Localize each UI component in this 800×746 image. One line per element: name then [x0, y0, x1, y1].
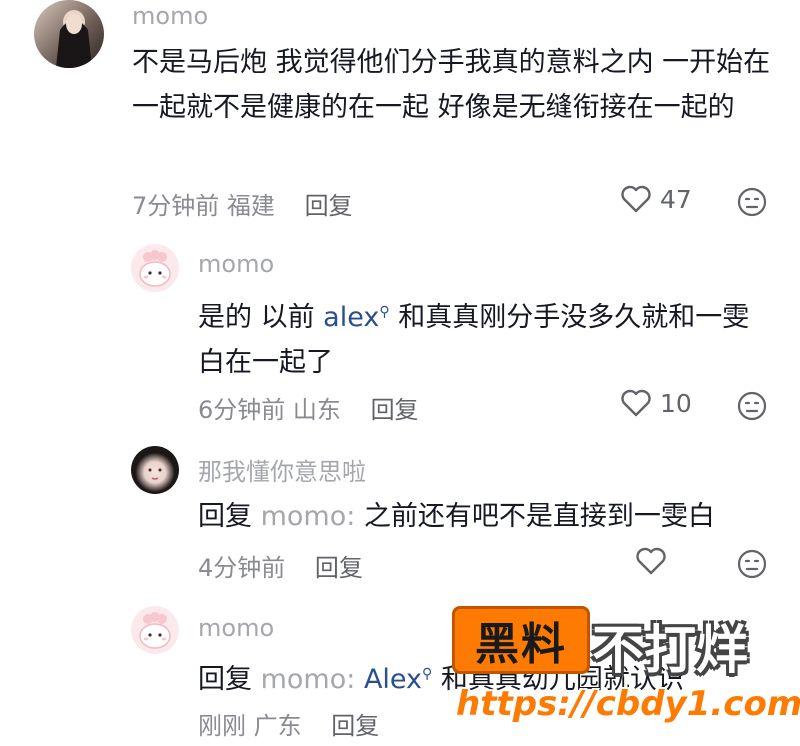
dislike-face-icon[interactable]: [736, 390, 768, 422]
reply-to-user[interactable]: momo:: [261, 501, 356, 532]
comment-text: 回复 momo: 之前还有吧不是直接到一雯白: [198, 494, 773, 539]
comment-meta: 4分钟前 回复: [198, 548, 363, 583]
avatar[interactable]: [34, 0, 104, 68]
like-count: 47: [660, 184, 692, 214]
avatar-photo-icon: [148, 468, 162, 480]
heart-icon: [636, 547, 666, 575]
comment-text: 是的 以前 alex⚲ 和真真刚分手没多久就和一雯白在一起了: [198, 290, 773, 385]
like-button[interactable]: 47: [620, 184, 692, 214]
like-count: 10: [660, 388, 692, 418]
comment-meta: 7分钟前 福建 回复: [132, 186, 353, 221]
mention-text: Alex: [363, 664, 423, 695]
search-icon: ⚲: [379, 304, 390, 320]
reply-button[interactable]: 回复: [371, 396, 419, 424]
comment-1: momo 不是马后炮 我觉得他们分手我真的意料之内 一开始在一起就不是健康的在一…: [0, 0, 800, 230]
watermark-slogan: 不打烊: [592, 621, 749, 681]
like-button[interactable]: 10: [620, 388, 692, 418]
watermark-url: https://cbdy1.com: [456, 684, 800, 724]
cartoon-avatar-icon: [139, 250, 171, 287]
username[interactable]: momo: [198, 250, 274, 278]
comment-2: momo 是的 以前 alex⚲ 和真真刚分手没多久就和一雯白在一起了 6分钟前…: [0, 240, 800, 430]
heart-icon: [621, 185, 651, 213]
heart-icon: [621, 389, 651, 417]
timestamp: 刚刚: [198, 712, 246, 740]
comment-meta: 6分钟前 山东 回复: [198, 390, 419, 425]
watermark: 黑料 不打烊 https://cbdy1.com: [452, 606, 800, 732]
dislike-face-icon[interactable]: [736, 548, 768, 580]
cartoon-avatar-icon: [139, 612, 171, 649]
username[interactable]: 那我懂你意思啦: [198, 452, 366, 487]
text-before: 是的 以前: [198, 302, 324, 333]
mention-link[interactable]: alex⚲: [323, 302, 389, 333]
watermark-badge-text: 黑料: [475, 619, 567, 670]
username[interactable]: momo: [132, 2, 208, 30]
location: 山东: [292, 396, 341, 424]
comment-meta: 刚刚 广东 回复: [198, 706, 379, 741]
reply-button[interactable]: 回复: [315, 554, 363, 582]
watermark-badge: 黑料: [452, 606, 590, 674]
timestamp: 6分钟前: [198, 396, 286, 424]
timestamp: 4分钟前: [198, 554, 286, 582]
search-icon: ⚲: [422, 666, 433, 682]
username[interactable]: momo: [198, 614, 274, 642]
location: 福建: [226, 192, 275, 220]
comment-text: 不是马后炮 我觉得他们分手我真的意料之内 一开始在一起就不是健康的在一起 好像是…: [132, 47, 771, 123]
avatar[interactable]: [131, 606, 179, 654]
mention-link[interactable]: Alex⚲: [364, 664, 432, 695]
avatar[interactable]: [131, 244, 179, 292]
location: 广东: [253, 712, 302, 740]
text-main: 之前还有吧不是直接到一雯白: [363, 501, 715, 532]
reply-to-user[interactable]: momo:: [261, 664, 356, 695]
reply-prefix: 回复: [198, 664, 252, 695]
dislike-face-icon[interactable]: [736, 186, 768, 218]
avatar[interactable]: [131, 446, 179, 494]
like-button[interactable]: [635, 546, 667, 576]
timestamp: 7分钟前: [132, 192, 220, 220]
reply-prefix: 回复: [198, 501, 252, 532]
reply-button[interactable]: 回复: [331, 712, 379, 740]
mention-text: alex: [323, 302, 380, 333]
avatar-photo-icon: [56, 10, 92, 68]
reply-button[interactable]: 回复: [305, 192, 353, 220]
comment-3: 那我懂你意思啦 回复 momo: 之前还有吧不是直接到一雯白 4分钟前 回复: [0, 440, 800, 590]
